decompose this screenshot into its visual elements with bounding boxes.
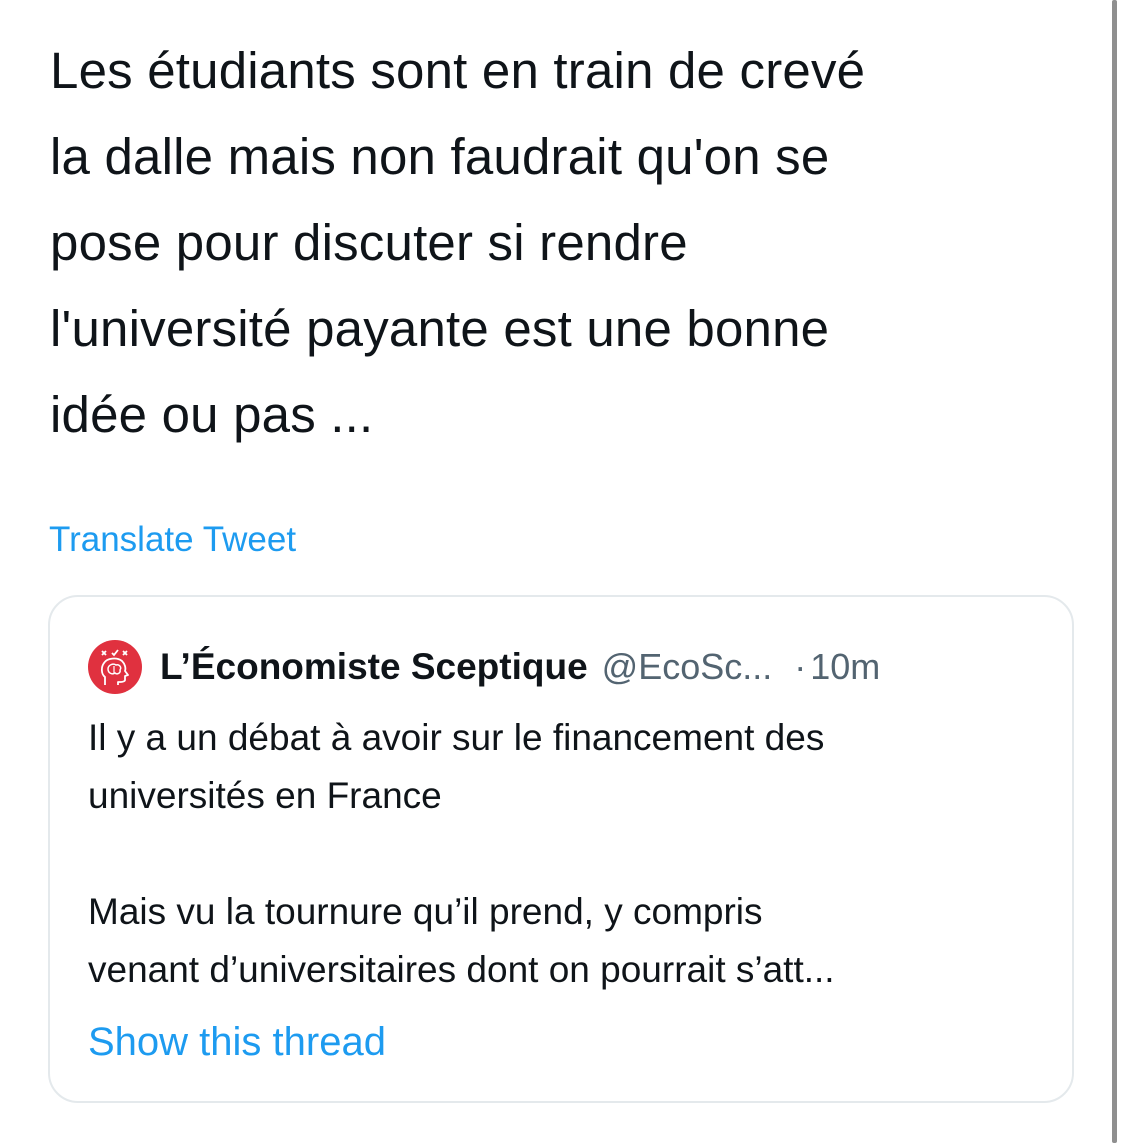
author-handle[interactable]: @EcoSc... [602,646,773,688]
quoted-tweet-text: Il y a un débat à avoir sur le financeme… [88,709,1048,999]
quoted-tweet-card[interactable]: L’Économiste Sceptique @EcoSc... · 10m I… [48,595,1074,1103]
avatar[interactable] [88,640,142,694]
quoted-text-line: venant d’universitaires dont on pourrait… [88,949,835,990]
translate-tweet-link[interactable]: Translate Tweet [49,518,296,562]
timestamp[interactable]: 10m [810,646,880,688]
show-thread-link[interactable]: Show this thread [88,1017,386,1067]
quoted-text-line: universités en France [88,775,442,816]
quoted-text-line: Il y a un débat à avoir sur le financeme… [88,717,825,758]
tweet-text-line: Les étudiants sont en train de crevé [50,42,866,99]
scrollbar[interactable] [1112,0,1117,1143]
quoted-tweet-header: L’Économiste Sceptique @EcoSc... · 10m [88,639,880,695]
quoted-text-line: Mais vu la tournure qu’il prend, y compr… [88,891,763,932]
author-name[interactable]: L’Économiste Sceptique [160,646,588,688]
brain-head-icon [100,649,129,685]
separator-dot: · [794,646,807,687]
tweet-text: Les étudiants sont en train de crevé la … [50,28,1070,458]
tweet-text-line: pose pour discuter si rendre [50,214,688,271]
tweet-text-line: l'université payante est une bonne [50,300,830,357]
tweet-text-line: la dalle mais non faudrait qu'on se [50,128,830,185]
tweet-text-line: idée ou pas ... [50,386,374,443]
